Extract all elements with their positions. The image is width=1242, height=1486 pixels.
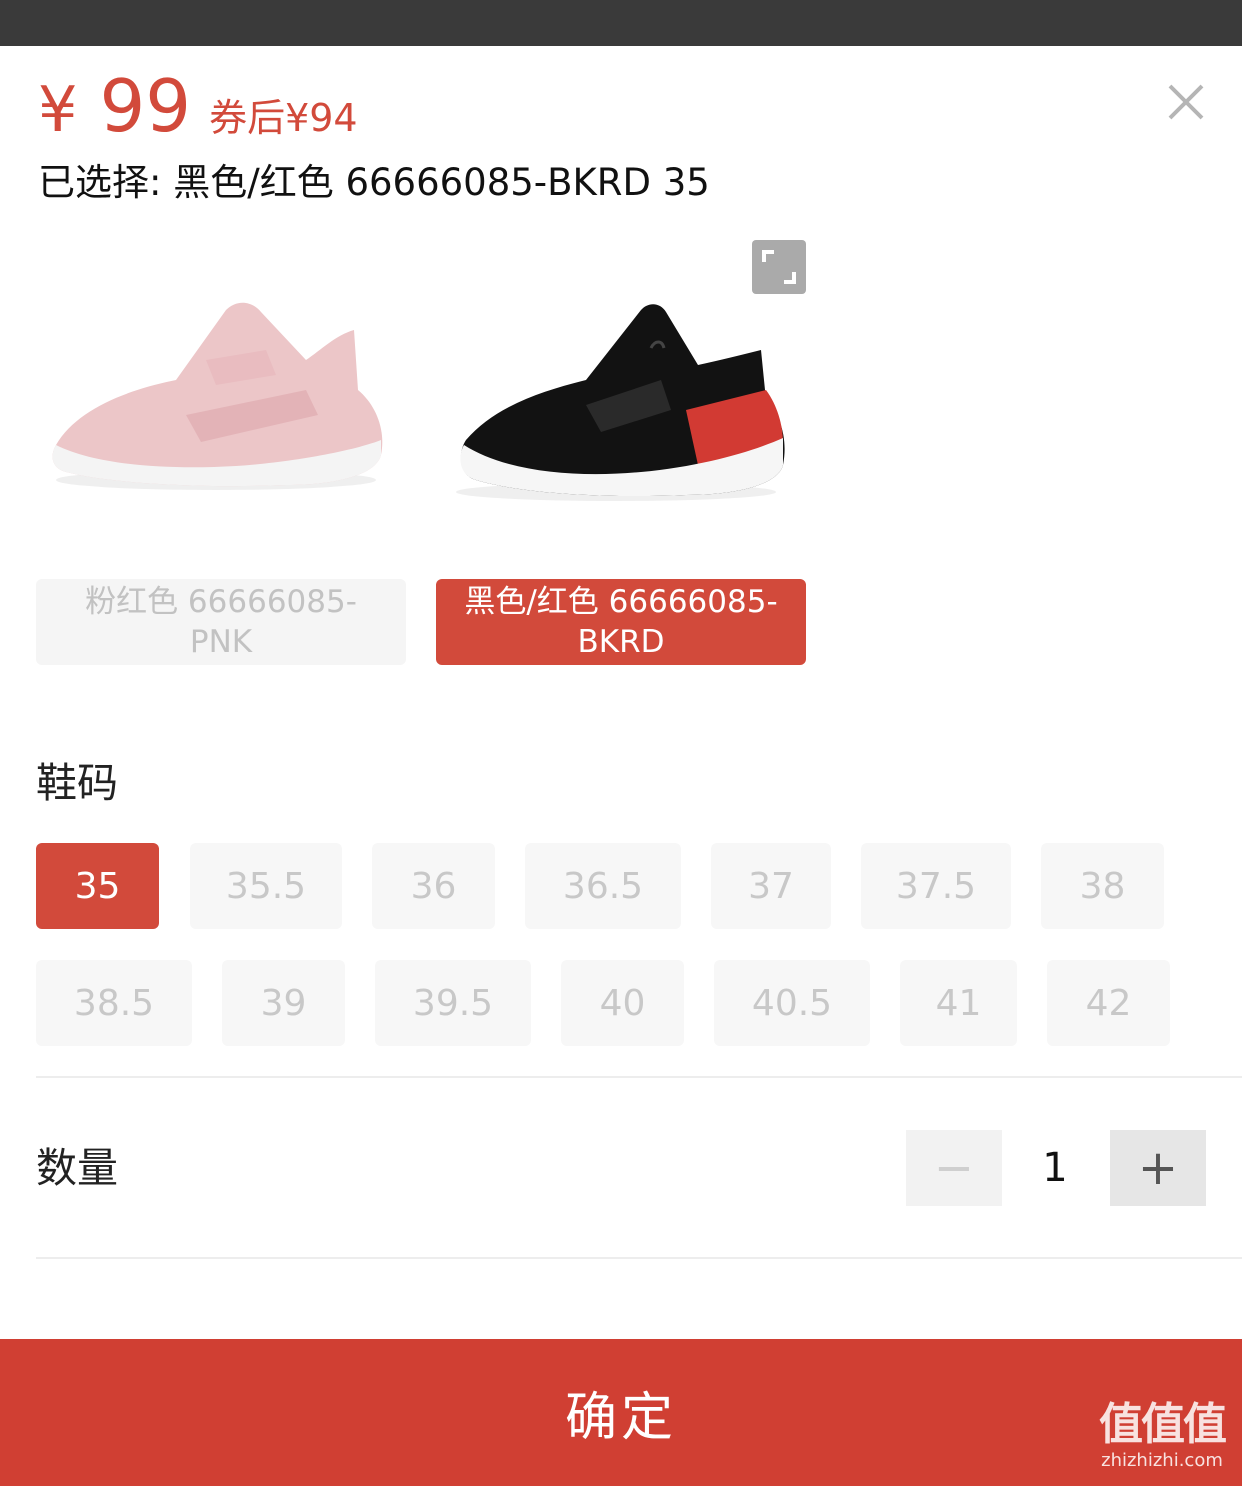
size-option-39-5[interactable]: 39.5 (375, 960, 531, 1046)
size-option-38-5[interactable]: 38.5 (36, 960, 192, 1046)
size-option-38[interactable]: 38 (1041, 843, 1164, 929)
backdrop-strip (0, 0, 1242, 46)
price-row: ¥ 99 券后¥94 (38, 66, 358, 146)
size-option-41[interactable]: 41 (900, 960, 1017, 1046)
shoe-image-pink[interactable] (36, 240, 406, 540)
divider (36, 1257, 1242, 1259)
currency-symbol: ¥ (38, 73, 78, 146)
size-option-40[interactable]: 40 (561, 960, 684, 1046)
quantity-value: 1 (1042, 1145, 1068, 1191)
size-option-35[interactable]: 35 (36, 843, 159, 929)
watermark: 值值值 zhizhizhi.com (1092, 1400, 1232, 1472)
size-option-39[interactable]: 39 (222, 960, 345, 1046)
coupon-price: 券后¥94 (209, 96, 358, 140)
divider (36, 1076, 1242, 1078)
selected-variant-text: 已选择: 黑色/红色 66666085-BKRD 35 (38, 161, 710, 204)
size-option-42[interactable]: 42 (1047, 960, 1170, 1046)
size-option-36-5[interactable]: 36.5 (525, 843, 681, 929)
color-option-pink[interactable]: 粉红色 66666085-PNK (36, 579, 406, 665)
quantity-decrement-button[interactable]: − (906, 1130, 1002, 1206)
price-amount: 99 (99, 64, 192, 148)
size-option-36[interactable]: 36 (372, 843, 495, 929)
close-icon[interactable] (1166, 82, 1206, 122)
shoe-image-black-red[interactable] (436, 240, 806, 540)
size-option-37-5[interactable]: 37.5 (861, 843, 1011, 929)
watermark-logo: 值值值 (1099, 1399, 1227, 1450)
size-option-40-5[interactable]: 40.5 (714, 960, 870, 1046)
color-option-black-red[interactable]: 黑色/红色 66666085-BKRD (436, 579, 806, 665)
size-option-37[interactable]: 37 (711, 843, 831, 929)
confirm-button[interactable]: 确定 (0, 1339, 1242, 1486)
expand-icon[interactable] (752, 240, 806, 294)
watermark-url: zhizhizhi.com (1101, 1450, 1223, 1471)
quantity-title: 数量 (36, 1144, 118, 1192)
quantity-increment-button[interactable]: + (1110, 1130, 1206, 1206)
size-option-35-5[interactable]: 35.5 (190, 843, 342, 929)
size-section-title: 鞋码 (36, 759, 118, 807)
